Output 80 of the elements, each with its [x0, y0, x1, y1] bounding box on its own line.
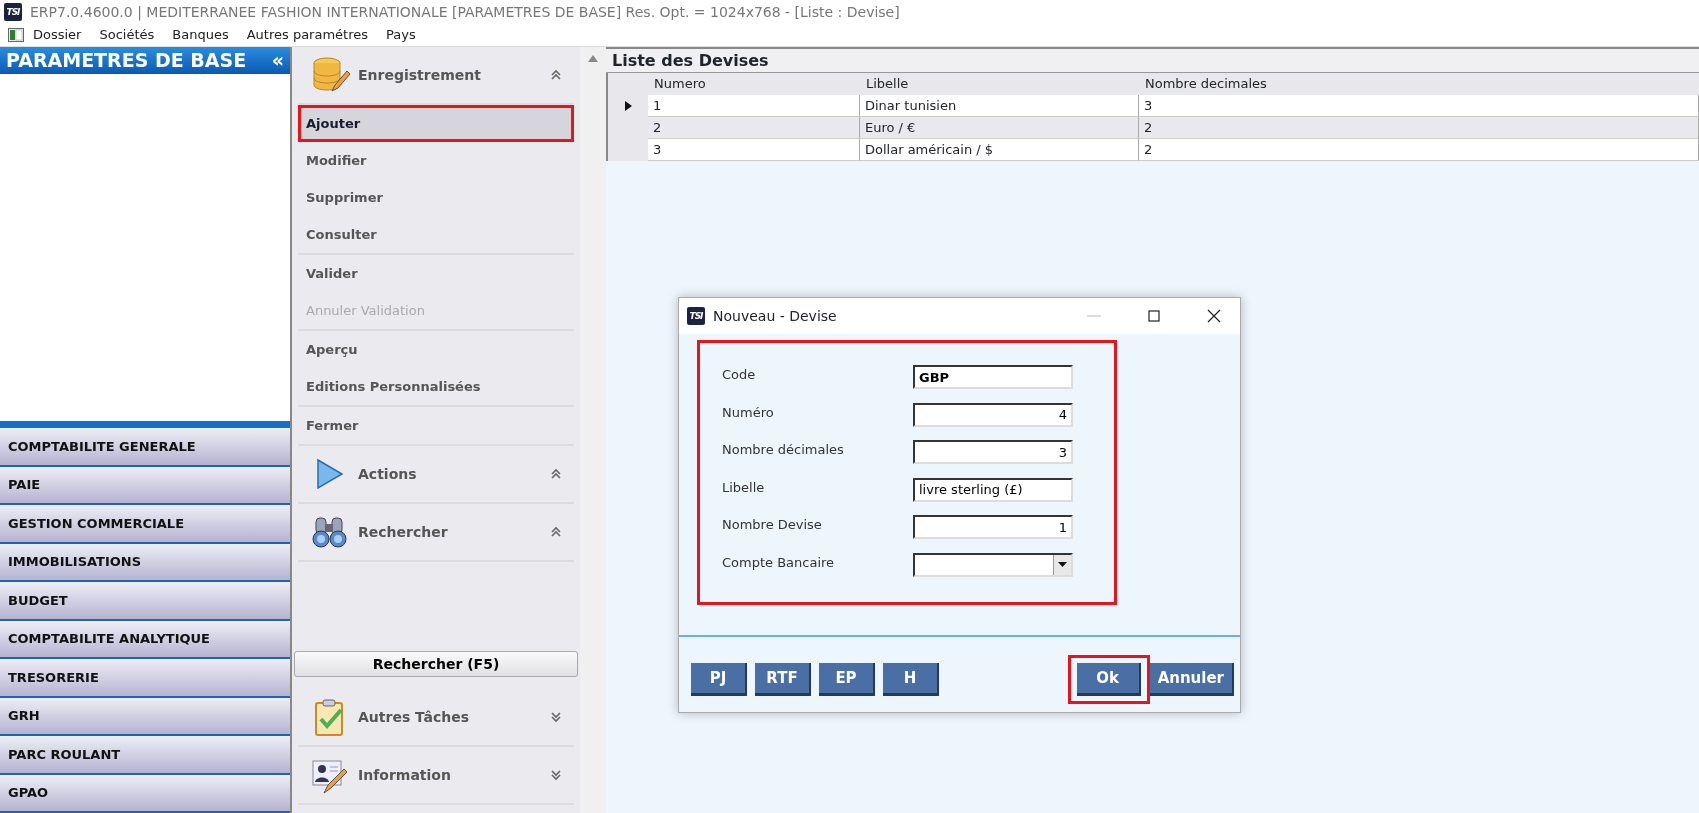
input-field[interactable]: 1	[913, 515, 1073, 539]
module-button[interactable]: BUDGET	[0, 582, 290, 621]
expand-icon[interactable]	[550, 768, 562, 782]
input-field[interactable]: GBP	[913, 365, 1073, 389]
module-button[interactable]: COMPTABILITE GENERALE	[0, 428, 290, 467]
dialog-button[interactable]: RTF	[755, 663, 811, 696]
task-item[interactable]: Modifier	[298, 142, 574, 179]
table-cell: 2	[1139, 117, 1699, 139]
input-field[interactable]: livre sterling (£)	[913, 477, 1073, 502]
section-title: Information	[358, 765, 452, 785]
module-button[interactable]: GRH	[0, 697, 290, 736]
collapse-button[interactable]: «	[271, 46, 284, 75]
dialog-button[interactable]: PJ	[691, 663, 747, 696]
module-button[interactable]: PAIE	[0, 466, 290, 505]
column-header: Numero	[653, 75, 707, 93]
table-cell: Dinar tunisien	[860, 95, 1139, 117]
scroll-up-icon[interactable]	[588, 55, 598, 62]
field-label: Nombre Devise	[722, 516, 823, 534]
ok-button[interactable]: Ok	[1076, 663, 1141, 696]
input-field[interactable]: 3	[913, 440, 1073, 464]
section-header[interactable]: Autres Tâches	[298, 689, 574, 747]
menu-item[interactable]: Autres paramétres	[237, 25, 377, 45]
database-pencil-icon	[310, 55, 350, 95]
menu-item[interactable]: Banques	[163, 25, 238, 45]
column-header: Libelle	[865, 75, 910, 93]
table-cell: 2	[648, 117, 860, 139]
section-header[interactable]: Information	[298, 747, 574, 805]
table-cell: 3	[648, 139, 860, 161]
cancel-button[interactable]: Annuler	[1149, 663, 1234, 696]
task-item[interactable]: Fermer	[298, 407, 574, 444]
field-label: Libelle	[722, 478, 766, 497]
section-title: Autres Tâches	[358, 707, 471, 727]
task-item[interactable]: Valider	[298, 255, 574, 292]
expand-icon[interactable]	[550, 710, 562, 724]
section-title: Enregistrement	[358, 65, 482, 85]
splitter-handle[interactable]	[0, 421, 290, 428]
module-button[interactable]: GPAO	[0, 774, 290, 813]
field-label: Code	[722, 366, 757, 384]
dropdown-arrow-icon[interactable]	[1058, 562, 1067, 567]
table-cell: 2	[1139, 139, 1699, 161]
section-header[interactable]: Rechercher	[298, 504, 574, 562]
search-button[interactable]: Rechercher (F5)	[294, 651, 578, 677]
module-button[interactable]: GESTION COMMERCIALE	[0, 505, 290, 544]
module-button[interactable]: IMMOBILISATIONS	[0, 543, 290, 582]
task-item[interactable]: Aperçu	[298, 331, 574, 368]
app-logo: TSI	[687, 307, 705, 325]
dropdown-field[interactable]	[913, 552, 1073, 577]
section-title: Rechercher	[358, 522, 449, 542]
table-cell: Dollar américain / $	[860, 139, 1139, 161]
task-item[interactable]: Supprimer	[298, 179, 574, 216]
column-header: Nombre decimales	[1144, 75, 1268, 93]
collapse-icon[interactable]	[550, 467, 562, 481]
dialog-button[interactable]: H	[883, 663, 939, 696]
input-field[interactable]: 4	[913, 402, 1073, 427]
dialog-button[interactable]: EP	[819, 663, 875, 696]
module-button[interactable]: PARC ROULANT	[0, 736, 290, 775]
menu-item[interactable]: Sociétés	[90, 25, 164, 45]
app-logo: TSI	[4, 3, 22, 21]
table-cell: 3	[1139, 95, 1699, 117]
task-item[interactable]: Ajouter	[298, 105, 574, 142]
collapse-icon[interactable]	[550, 525, 562, 539]
table-cell: 1	[648, 95, 860, 117]
task-item[interactable]: Editions Personnalisées	[298, 368, 574, 405]
window-menu-icon[interactable]	[8, 28, 24, 42]
menu-item[interactable]: Pays	[377, 25, 425, 45]
module-button[interactable]: TRESORERIE	[0, 659, 290, 698]
window-title: ERP7.0.4600.0 | MEDITERRANEE FASHION INTERNATIONALE [PARAMETRES DE BASE] Res. Opt. = 1024x768 - [Liste : Devise]	[30, 2, 900, 23]
sidebar-title: PARAMETRES DE BASE	[6, 48, 247, 74]
dialog-title: Nouveau - Devise	[713, 306, 838, 326]
field-label: Nombre décimales	[722, 441, 845, 459]
task-item[interactable]: Consulter	[298, 216, 574, 253]
field-label: Compte Bancaire	[722, 553, 836, 572]
table-title: Liste des Devises	[606, 47, 1699, 73]
field-label: Numéro	[722, 403, 775, 422]
section-header[interactable]: Actions	[298, 446, 574, 504]
module-button[interactable]: COMPTABILITE ANALYTIQUE	[0, 620, 290, 659]
menu-item[interactable]: Dossier	[24, 25, 91, 45]
collapse-icon[interactable]	[550, 68, 562, 82]
section-title: Actions	[358, 464, 418, 484]
table-cell: Euro / €	[860, 117, 1139, 139]
